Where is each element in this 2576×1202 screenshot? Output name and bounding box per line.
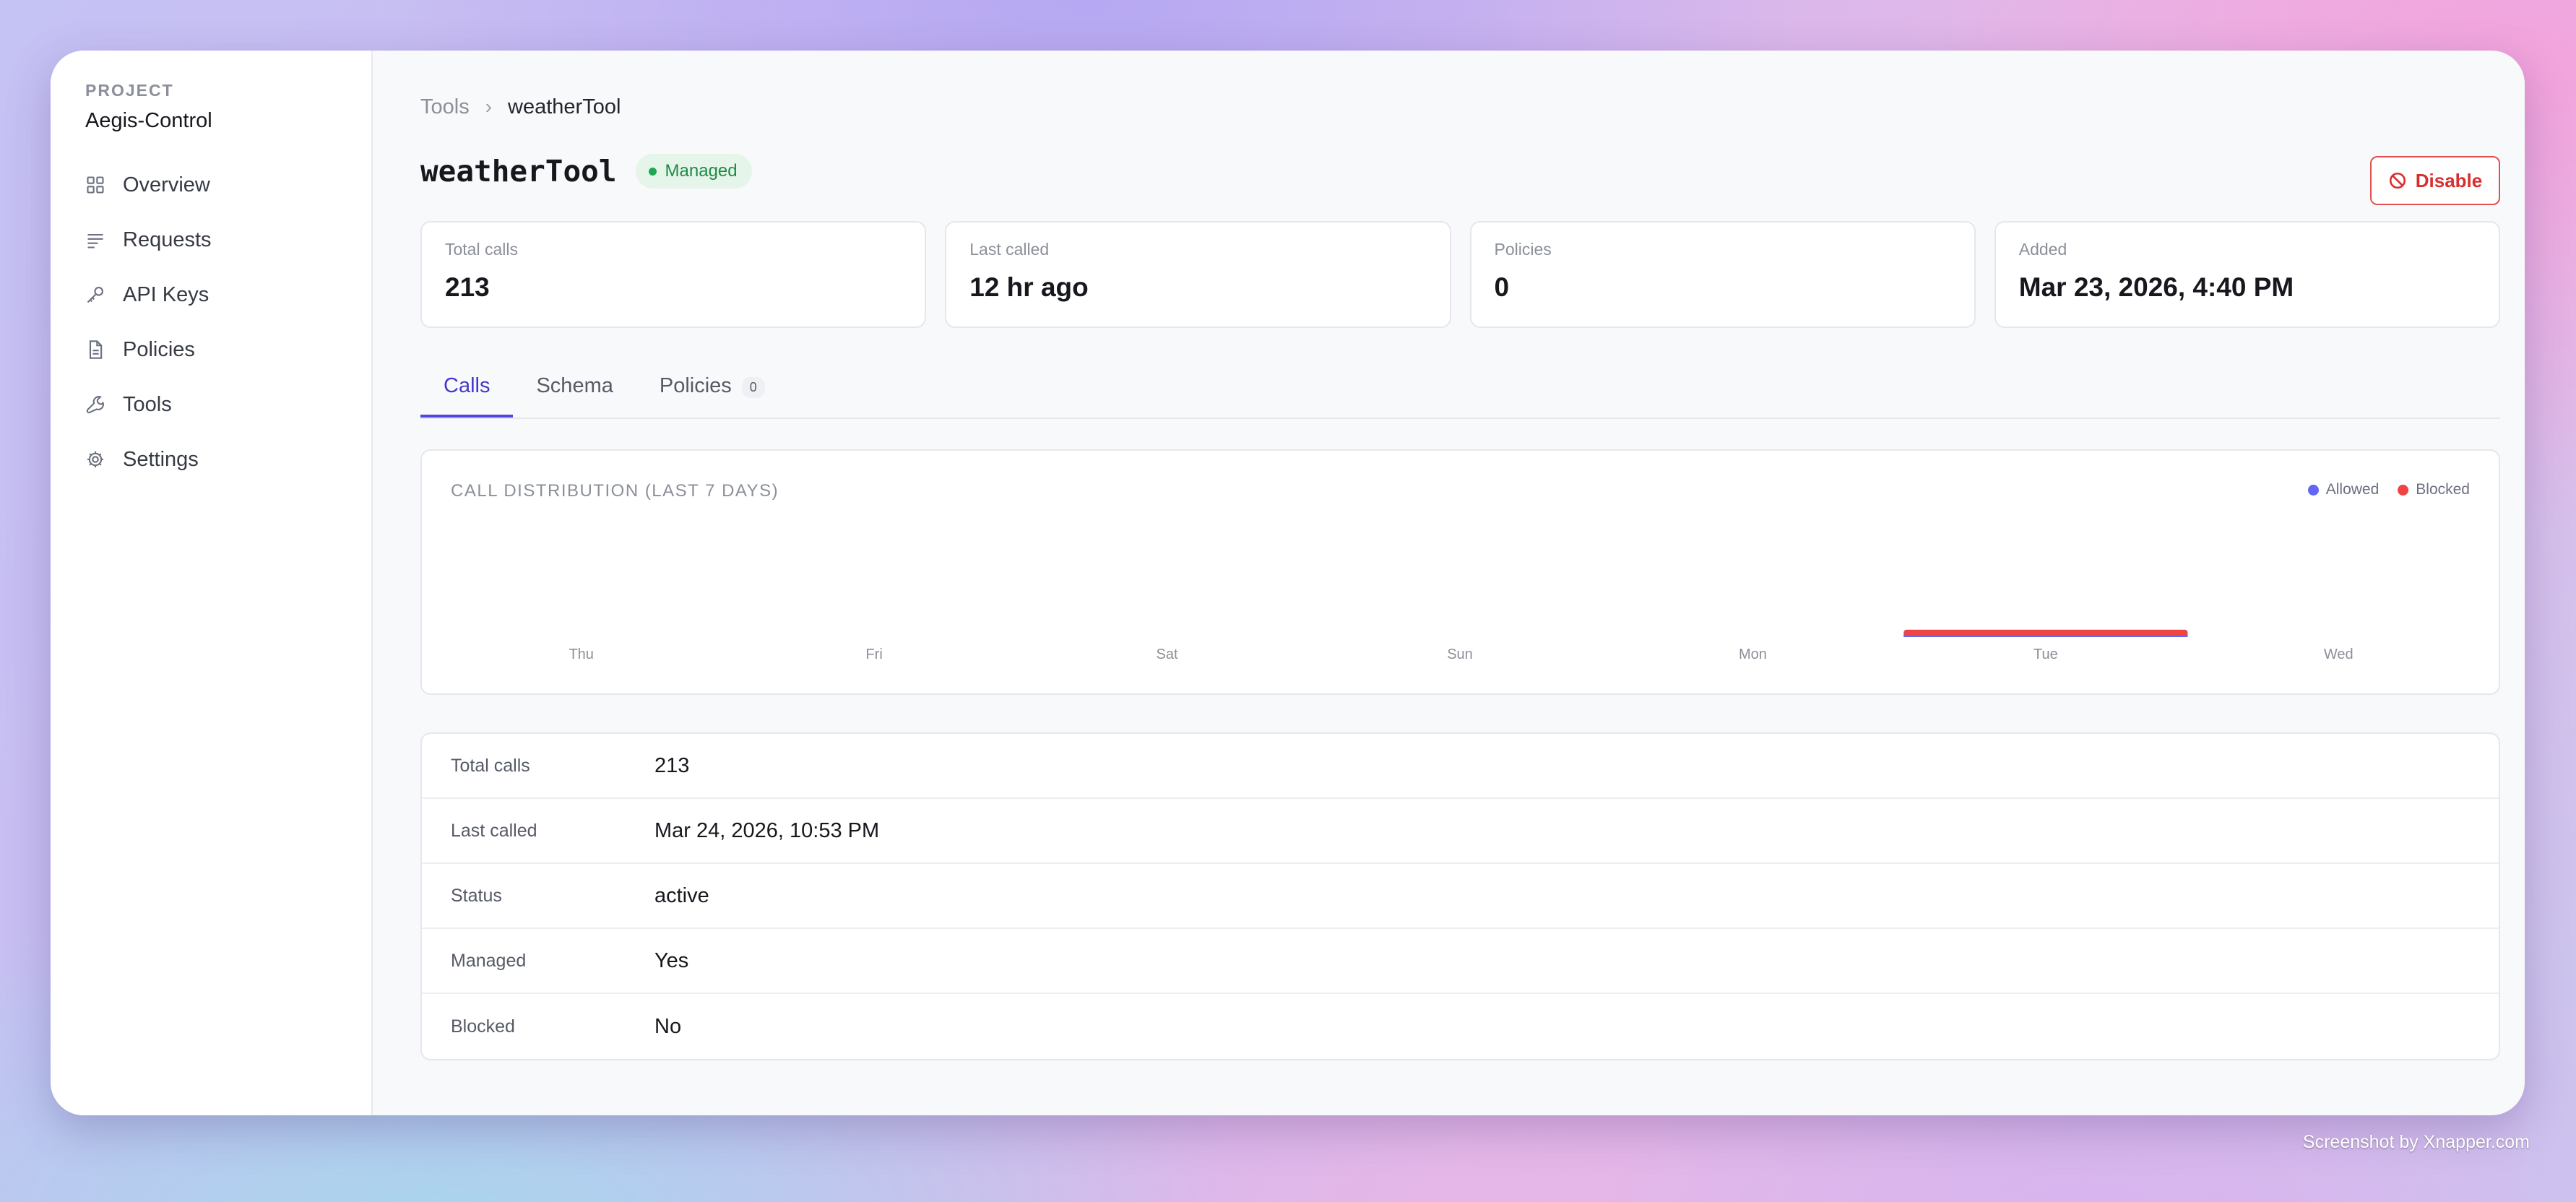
disable-button[interactable]: Disable <box>2370 156 2500 205</box>
stat-card-added: Added Mar 23, 2026, 4:40 PM <box>1994 221 2500 328</box>
stat-label: Total calls <box>445 240 518 259</box>
stat-label: Policies <box>1494 240 1552 259</box>
details-value: Yes <box>654 948 689 972</box>
stat-label: Added <box>2018 240 2067 259</box>
tab-policies[interactable]: Policies 0 <box>636 374 788 418</box>
key-icon <box>87 287 103 303</box>
details-label: Last called <box>451 820 537 841</box>
ban-icon <box>2389 172 2406 189</box>
details-label: Managed <box>451 950 527 971</box>
sidebar-item-label: Requests <box>123 228 212 251</box>
details-row-total-calls: Total calls 213 <box>422 734 2499 799</box>
sidebar: PROJECT Aegis-Control Overview Requests … <box>51 51 373 1115</box>
call-distribution-chart: CALL DISTRIBUTION (LAST 7 DAYS) Allowed … <box>420 449 2500 695</box>
breadcrumb-current: weatherTool <box>508 95 621 118</box>
x-tick-label: Sun <box>1447 647 1473 662</box>
tab-bar: Calls Schema Policies 0 <box>420 374 2500 419</box>
project-name[interactable]: Aegis-Control <box>85 109 371 133</box>
status-dot-icon <box>648 167 657 176</box>
sidebar-item-label: Policies <box>123 337 195 361</box>
status-badge: Managed <box>635 154 752 189</box>
watermark: Screenshot by Xnapper.com <box>2302 1132 2530 1152</box>
project-label: PROJECT <box>85 81 174 100</box>
details-label: Blocked <box>451 1016 515 1037</box>
details-row-last-called: Last called Mar 24, 2026, 10:53 PM <box>422 799 2499 864</box>
sidebar-item-policies[interactable]: Policies <box>85 322 371 377</box>
tab-label: Calls <box>444 374 490 397</box>
main-content: Tools › weatherTool weatherTool Managed … <box>373 51 2525 1115</box>
bar-cap-tue <box>1903 629 2188 636</box>
details-value: active <box>654 883 709 907</box>
x-tick-label: Sat <box>1157 647 1178 662</box>
tab-count-badge: 0 <box>741 377 765 398</box>
x-tick-label: Thu <box>569 647 593 662</box>
sidebar-item-label: Overview <box>123 173 210 196</box>
stat-value: 0 <box>1494 272 1510 302</box>
document-icon <box>89 340 103 359</box>
x-tick-label: Mon <box>1739 647 1767 662</box>
app-window: PROJECT Aegis-Control Overview Requests … <box>51 51 2525 1115</box>
stat-card-total-calls: Total calls 213 <box>420 221 927 328</box>
breadcrumb: Tools › weatherTool <box>420 94 2500 120</box>
sidebar-item-requests[interactable]: Requests <box>85 212 371 267</box>
details-label: Total calls <box>451 755 530 776</box>
details-value: No <box>654 1014 682 1038</box>
stats-row: Total calls 213 Last called 12 hr ago Po… <box>420 221 2500 328</box>
wrench-icon <box>86 396 104 414</box>
sidebar-item-tools[interactable]: Tools <box>85 377 371 432</box>
stat-value: 213 <box>445 272 490 302</box>
tab-label: Schema <box>536 374 613 397</box>
stat-label: Last called <box>969 240 1050 259</box>
gear-icon <box>87 451 104 468</box>
sidebar-nav: Overview Requests API Keys Policies Tool… <box>85 157 371 487</box>
stat-card-policies: Policies 0 <box>1469 221 1976 328</box>
tab-calls[interactable]: Calls <box>420 374 514 418</box>
details-label: Status <box>451 885 502 906</box>
details-value: 213 <box>654 753 690 777</box>
tab-label: Policies <box>659 374 732 397</box>
sidebar-item-settings[interactable]: Settings <box>85 432 371 487</box>
stat-value: 12 hr ago <box>969 272 1089 302</box>
x-tick-label: Tue <box>2033 647 2058 662</box>
list-icon <box>87 233 103 248</box>
x-tick-label: Fri <box>865 647 882 662</box>
details-table: Total calls 213 Last called Mar 24, 2026… <box>420 732 2500 1060</box>
chevron-right-icon: › <box>485 95 493 118</box>
status-badge-label: Managed <box>665 161 738 181</box>
details-row-status: Status active <box>422 864 2499 929</box>
sidebar-item-overview[interactable]: Overview <box>85 157 371 212</box>
page-title: weatherTool <box>420 154 617 189</box>
breadcrumb-link-tools[interactable]: Tools <box>420 95 470 119</box>
stat-card-last-called: Last called 12 hr ago <box>945 221 1451 328</box>
details-value: Mar 24, 2026, 10:53 PM <box>654 818 880 842</box>
details-row-managed: Managed Yes <box>422 929 2499 994</box>
sidebar-item-label: API Keys <box>123 282 209 306</box>
chart-plot: Thu Fri Sat Sun Mon Tue Wed <box>569 629 2354 662</box>
x-tick-label: Wed <box>2324 647 2354 662</box>
tab-schema[interactable]: Schema <box>513 374 636 418</box>
sidebar-item-api-keys[interactable]: API Keys <box>85 267 371 322</box>
stat-value: Mar 23, 2026, 4:40 PM <box>2018 272 2294 302</box>
grid-icon <box>87 176 104 194</box>
page-header: weatherTool Managed <box>420 153 2500 189</box>
details-row-blocked: Blocked No <box>422 994 2499 1059</box>
sidebar-item-label: Settings <box>123 447 199 471</box>
disable-button-label: Disable <box>2415 169 2483 191</box>
sidebar-item-label: Tools <box>123 392 172 416</box>
